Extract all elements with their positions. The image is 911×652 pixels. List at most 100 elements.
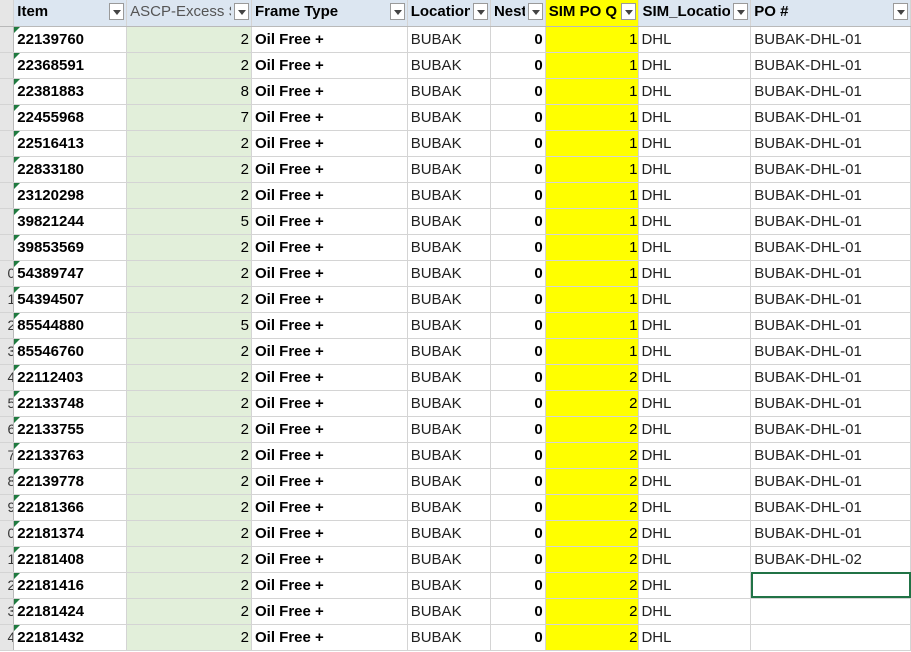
item-cell[interactable]: 23120298 [13,182,128,209]
nest-cell[interactable]: 0 [490,286,546,313]
ascp-excess-cell[interactable]: 2 [126,598,252,625]
ascp-excess-cell[interactable]: 2 [126,416,252,443]
po-number-cell[interactable]: BUBAK-DHL-01 [750,130,911,157]
po-number-cell[interactable]: BUBAK-DHL-01 [750,364,911,391]
ascp-excess-cell[interactable]: 2 [126,494,252,521]
sim-location-cell[interactable]: DHL [638,442,752,469]
sim-location-cell[interactable]: DHL [638,208,752,235]
sim-po-qty-cell[interactable]: 1 [545,286,640,313]
po-number-cell[interactable]: BUBAK-DHL-01 [750,78,911,105]
po-number-cell[interactable] [750,598,911,625]
row-header[interactable] [0,156,15,183]
po-number-cell[interactable]: BUBAK-DHL-01 [750,468,911,495]
item-cell[interactable]: 22133755 [13,416,128,443]
item-cell[interactable]: 22133748 [13,390,128,417]
location-cell[interactable]: BUBAK [407,494,491,521]
po-number-cell[interactable]: BUBAK-DHL-01 [750,208,911,235]
sim-location-cell[interactable]: DHL [638,416,752,443]
po-number-cell[interactable]: BUBAK-DHL-01 [750,52,911,79]
nest-cell[interactable]: 0 [490,104,546,131]
po-number-cell[interactable]: BUBAK-DHL-01 [750,234,911,261]
filter-dropdown-icon[interactable] [733,3,749,21]
sim-po-qty-cell[interactable]: 1 [545,182,640,209]
ascp-excess-cell[interactable]: 5 [126,208,252,235]
ascp-excess-cell[interactable]: 2 [126,286,252,313]
sim-location-cell[interactable]: DHL [638,234,752,261]
filter-dropdown-icon[interactable] [893,3,908,21]
location-cell[interactable]: BUBAK [407,364,491,391]
po-number-cell[interactable] [750,624,911,651]
frame-type-cell[interactable]: Oil Free + [251,182,408,209]
po-number-cell[interactable]: BUBAK-DHL-01 [750,286,911,313]
ascp-excess-cell[interactable]: 2 [126,364,252,391]
sim-po-qty-cell[interactable]: 1 [545,234,640,261]
sim-location-cell[interactable]: DHL [638,156,752,183]
po-number-cell[interactable]: BUBAK-DHL-01 [750,416,911,443]
nest-cell[interactable]: 0 [490,234,546,261]
column-header-sim-po-qty[interactable]: SIM PO Q [545,0,640,27]
sim-po-qty-cell[interactable]: 2 [545,494,640,521]
frame-type-cell[interactable]: Oil Free + [251,494,408,521]
frame-type-cell[interactable]: Oil Free + [251,390,408,417]
nest-cell[interactable]: 0 [490,52,546,79]
filter-dropdown-icon[interactable] [621,3,637,21]
row-header[interactable] [0,26,15,53]
location-cell[interactable]: BUBAK [407,26,491,53]
sim-po-qty-cell[interactable]: 2 [545,520,640,547]
sim-location-cell[interactable]: DHL [638,468,752,495]
po-number-cell[interactable]: BUBAK-DHL-01 [750,442,911,469]
nest-cell[interactable]: 0 [490,26,546,53]
ascp-excess-cell[interactable]: 2 [126,234,252,261]
po-number-cell[interactable]: BUBAK-DHL-01 [750,182,911,209]
frame-type-cell[interactable]: Oil Free + [251,52,408,79]
item-cell[interactable]: 22181432 [13,624,128,651]
ascp-excess-cell[interactable]: 2 [126,182,252,209]
frame-type-cell[interactable]: Oil Free + [251,234,408,261]
frame-type-cell[interactable]: Oil Free + [251,624,408,651]
frame-type-cell[interactable]: Oil Free + [251,338,408,365]
sim-po-qty-cell[interactable]: 1 [545,338,640,365]
location-cell[interactable]: BUBAK [407,52,491,79]
frame-type-cell[interactable]: Oil Free + [251,468,408,495]
nest-cell[interactable]: 0 [490,442,546,469]
frame-type-cell[interactable]: Oil Free + [251,156,408,183]
row-header[interactable]: 3 [0,598,15,625]
nest-cell[interactable]: 0 [490,130,546,157]
row-header[interactable] [0,208,15,235]
item-cell[interactable]: 22181416 [13,572,128,599]
row-header[interactable]: 3 [0,338,15,365]
ascp-excess-cell[interactable]: 2 [126,156,252,183]
sim-po-qty-cell[interactable]: 2 [545,442,640,469]
item-cell[interactable]: 22181374 [13,520,128,547]
item-cell[interactable]: 22381883 [13,78,128,105]
nest-cell[interactable]: 0 [490,208,546,235]
ascp-excess-cell[interactable]: 2 [126,520,252,547]
ascp-excess-cell[interactable]: 5 [126,312,252,339]
sim-po-qty-cell[interactable]: 1 [545,312,640,339]
nest-cell[interactable]: 0 [490,312,546,339]
frame-type-cell[interactable]: Oil Free + [251,572,408,599]
location-cell[interactable]: BUBAK [407,78,491,105]
item-cell[interactable]: 22181366 [13,494,128,521]
row-header[interactable]: 2 [0,572,15,599]
location-cell[interactable]: BUBAK [407,338,491,365]
location-cell[interactable]: BUBAK [407,234,491,261]
location-cell[interactable]: BUBAK [407,208,491,235]
sim-po-qty-cell[interactable]: 1 [545,26,640,53]
sim-location-cell[interactable]: DHL [638,598,752,625]
po-number-cell[interactable]: BUBAK-DHL-01 [750,520,911,547]
location-cell[interactable]: BUBAK [407,520,491,547]
item-cell[interactable]: 22516413 [13,130,128,157]
row-header[interactable]: 6 [0,416,15,443]
nest-cell[interactable]: 0 [490,494,546,521]
po-number-cell[interactable] [750,572,911,599]
column-header-item[interactable]: Item [13,0,128,27]
column-header-ascp-excess[interactable]: ASCP-Excess S [126,0,252,27]
location-cell[interactable]: BUBAK [407,286,491,313]
item-cell[interactable]: 22139778 [13,468,128,495]
location-cell[interactable]: BUBAK [407,130,491,157]
ascp-excess-cell[interactable]: 2 [126,130,252,157]
frame-type-cell[interactable]: Oil Free + [251,260,408,287]
row-header[interactable] [0,182,15,209]
frame-type-cell[interactable]: Oil Free + [251,78,408,105]
